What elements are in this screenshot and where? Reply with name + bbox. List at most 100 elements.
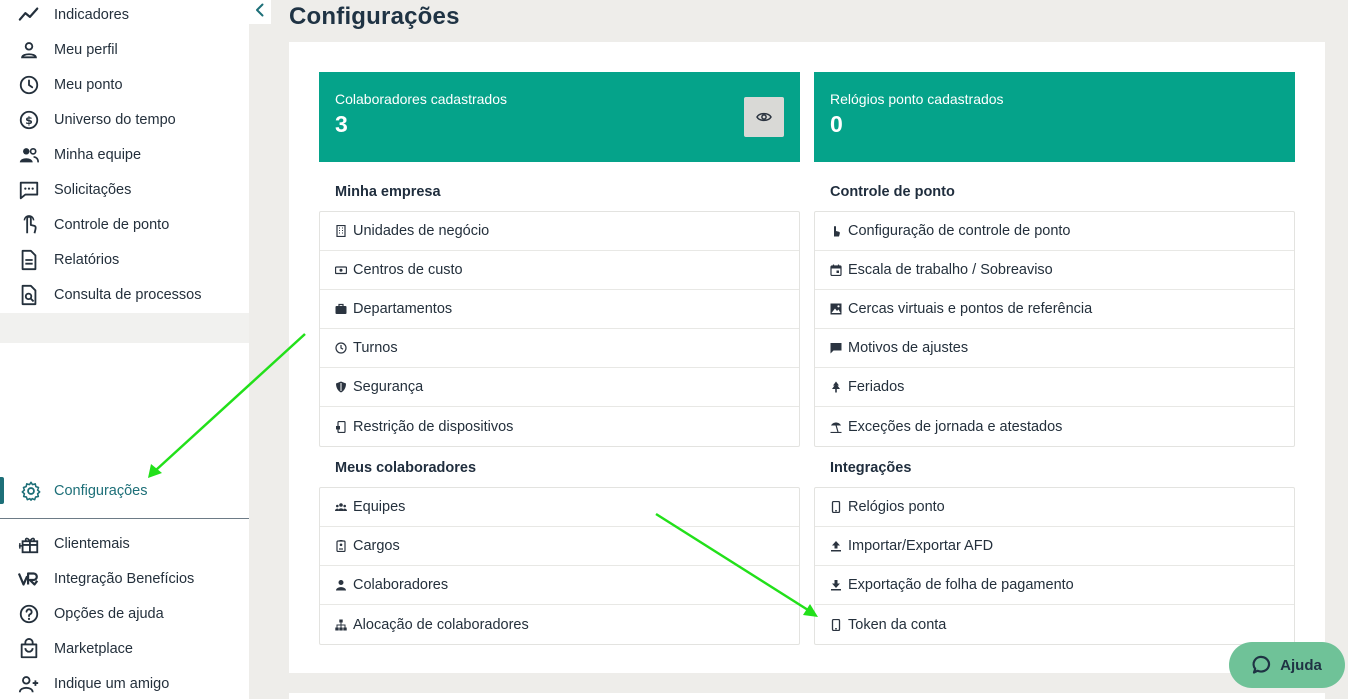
tree-icon xyxy=(829,381,842,394)
download-icon xyxy=(829,579,842,592)
stat-label: Colaboradores cadastrados xyxy=(335,91,507,107)
list-item-label: Motivos de ajustes xyxy=(848,340,969,356)
hand-pointer-icon xyxy=(829,225,842,238)
sidebar-item-universo-do-tempo[interactable]: $ Universo do tempo xyxy=(0,102,249,137)
sidebar-item-solicitacoes[interactable]: Solicitações xyxy=(0,172,249,207)
section-title-integrations: Integrações xyxy=(830,460,912,476)
list-item-label: Importar/Exportar AFD xyxy=(848,538,994,554)
list-item-label: Cargos xyxy=(353,538,400,554)
list-item-label: Exportação de folha de pagamento xyxy=(848,577,1074,593)
gear-icon xyxy=(20,480,42,502)
touch-icon xyxy=(18,214,40,236)
sidebar-item-label: Meu ponto xyxy=(54,76,123,93)
sidebar-item-label: Consulta de processos xyxy=(54,286,202,303)
list-item-cercas-virtuais[interactable]: Cercas virtuais e pontos de referência xyxy=(815,290,1294,329)
person-icon xyxy=(18,39,40,61)
sidebar-item-relatorios[interactable]: Relatórios xyxy=(0,242,249,277)
section-title-timekeeping: Controle de ponto xyxy=(830,184,955,200)
list-item-exportacao-folha-de-pagamento[interactable]: Exportação de folha de pagamento xyxy=(815,566,1294,605)
list-item-unidades-de-negocio[interactable]: Unidades de negócio xyxy=(320,212,799,251)
sidebar-item-label: Solicitações xyxy=(54,181,132,198)
list-item-label: Segurança xyxy=(353,379,424,395)
badge-icon xyxy=(334,540,347,553)
sidebar-item-controle-de-ponto[interactable]: Controle de ponto xyxy=(0,207,249,242)
integrations-settings-list: Relógios ponto Importar/Exportar AFD Exp… xyxy=(814,487,1295,645)
collaborators-stat-card: Colaboradores cadastrados 3 xyxy=(319,72,800,162)
section-title-company: Minha empresa xyxy=(335,184,441,200)
list-item-seguranca[interactable]: Segurança xyxy=(320,368,799,407)
list-item-importar-exportar-afd[interactable]: Importar/Exportar AFD xyxy=(815,527,1294,566)
sidebar-item-indique-um-amigo[interactable]: Indique um amigo xyxy=(0,666,249,699)
list-item-equipes[interactable]: Equipes xyxy=(320,488,799,527)
shield-icon xyxy=(334,381,347,394)
stat-label: Relógios ponto cadastrados xyxy=(830,91,1004,107)
comment-icon xyxy=(829,342,842,355)
sidebar-item-label: Marketplace xyxy=(54,640,133,657)
sidebar-item-label: Indicadores xyxy=(54,6,129,23)
list-item-label: Relógios ponto xyxy=(848,499,945,515)
view-collaborators-button[interactable] xyxy=(744,97,784,137)
sidebar-item-consulta-de-processos[interactable]: Consulta de processos xyxy=(0,277,249,312)
list-item-feriados[interactable]: Feriados xyxy=(815,368,1294,407)
sidebar-item-marketplace[interactable]: Marketplace xyxy=(0,631,249,666)
list-item-token-da-conta[interactable]: Token da conta xyxy=(815,605,1294,644)
sidebar-item-configuracoes[interactable]: Configurações xyxy=(0,473,249,508)
list-item-turnos[interactable]: Turnos xyxy=(320,329,799,368)
sidebar-item-label: Clientemais xyxy=(54,535,130,552)
phone-icon xyxy=(829,618,842,631)
list-item-label: Feriados xyxy=(848,379,905,395)
collapse-sidebar-button[interactable] xyxy=(249,0,271,24)
sidebar-item-label: Universo do tempo xyxy=(54,111,176,128)
list-item-colaboradores[interactable]: Colaboradores xyxy=(320,566,799,605)
document-icon xyxy=(18,249,40,271)
briefcase-icon xyxy=(334,303,347,316)
sidebar-item-label: Opções de ajuda xyxy=(54,605,164,622)
list-item-alocacao-de-colaboradores[interactable]: Alocação de colaboradores xyxy=(320,605,799,644)
sidebar-item-integracao-beneficios[interactable]: Integração Benefícios xyxy=(0,561,249,596)
search-document-icon xyxy=(18,284,40,306)
upload-icon xyxy=(829,540,842,553)
list-item-cargos[interactable]: Cargos xyxy=(320,527,799,566)
sidebar-item-label: Minha equipe xyxy=(54,146,142,163)
sidebar-item-meu-perfil[interactable]: Meu perfil xyxy=(0,32,249,67)
list-item-relogios-ponto[interactable]: Relógios ponto xyxy=(815,488,1294,527)
sidebar: Indicadores Meu perfil Meu ponto $ Unive… xyxy=(0,0,249,699)
list-item-label: Restrição de dispositivos xyxy=(353,418,514,435)
add-person-icon xyxy=(18,673,40,695)
list-item-escala-de-trabalho[interactable]: Escala de trabalho / Sobreaviso xyxy=(815,251,1294,290)
sidebar-item-clientemais[interactable]: Clientemais xyxy=(0,526,249,561)
sidebar-item-opcoes-de-ajuda[interactable]: Opções de ajuda xyxy=(0,596,249,631)
vr-icon xyxy=(18,568,40,590)
user-icon xyxy=(334,579,347,592)
team-icon xyxy=(18,144,40,166)
sidebar-item-indicadores[interactable]: Indicadores xyxy=(0,0,249,32)
chat-bubble-icon xyxy=(1252,655,1272,675)
list-item-centros-de-custo[interactable]: Centros de custo xyxy=(320,251,799,290)
phone-icon xyxy=(829,501,842,514)
list-item-label: Exceções de jornada e atestados xyxy=(848,418,1063,435)
list-item-restricao-de-dispositivos[interactable]: Restrição de dispositivos xyxy=(320,407,799,446)
sidebar-item-label: Meu perfil xyxy=(54,41,118,58)
list-item-label: Alocação de colaboradores xyxy=(353,616,529,633)
sidebar-item-minha-equipe[interactable]: Minha equipe xyxy=(0,137,249,172)
page-title: Configurações xyxy=(289,3,460,30)
help-button[interactable]: Ajuda xyxy=(1229,642,1345,688)
list-item-departamentos[interactable]: Departamentos xyxy=(320,290,799,329)
stat-value: 0 xyxy=(830,111,843,137)
list-item-label: Departamentos xyxy=(353,301,453,317)
sidebar-item-label: Integração Benefícios xyxy=(54,570,195,587)
clock-icon xyxy=(334,342,347,355)
list-item-excecoes-de-jornada[interactable]: Exceções de jornada e atestados xyxy=(815,407,1294,446)
collaborators-settings-list: Equipes Cargos Colaboradores Alocação de… xyxy=(319,487,800,645)
list-item-motivos-de-ajustes[interactable]: Motivos de ajustes xyxy=(815,329,1294,368)
bag-icon xyxy=(18,637,40,660)
list-item-label: Unidades de negócio xyxy=(353,223,490,239)
list-item-label: Escala de trabalho / Sobreaviso xyxy=(848,262,1053,278)
help-button-label: Ajuda xyxy=(1280,656,1322,674)
calendar-icon xyxy=(829,264,842,277)
list-item-configuracao-controle-de-ponto[interactable]: Configuração de controle de ponto xyxy=(815,212,1294,251)
sitemap-icon xyxy=(334,618,347,631)
sidebar-item-label: Configurações xyxy=(54,482,148,499)
sidebar-item-meu-ponto[interactable]: Meu ponto xyxy=(0,67,249,102)
trend-icon xyxy=(18,4,40,26)
